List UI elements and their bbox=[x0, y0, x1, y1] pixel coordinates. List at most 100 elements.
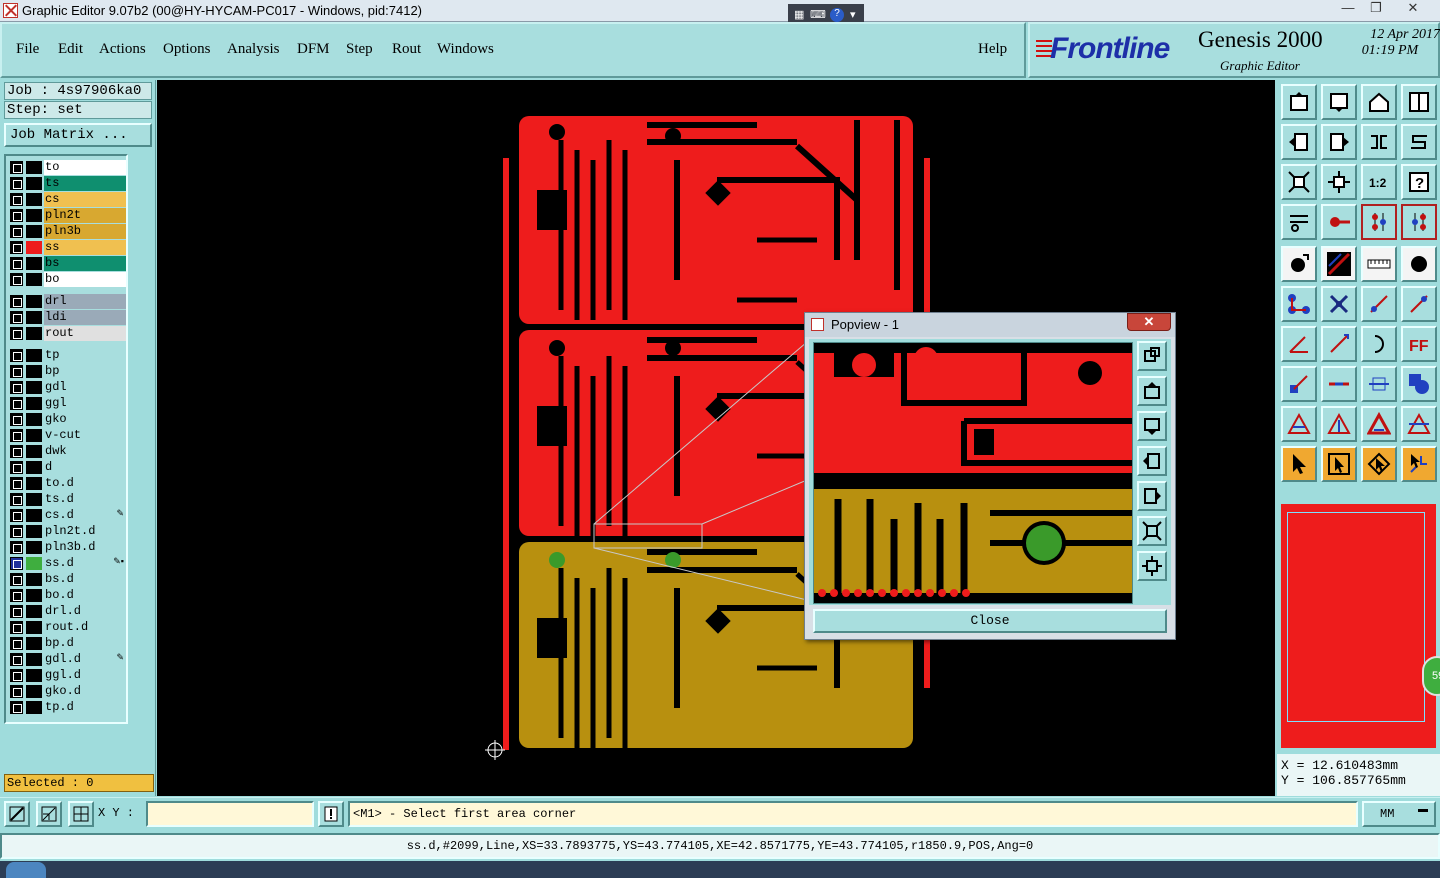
layer-row[interactable]: ts bbox=[8, 176, 126, 191]
layer-color-swatch[interactable] bbox=[26, 225, 42, 238]
area-up-tool[interactable] bbox=[1321, 406, 1357, 442]
layer-row[interactable]: v-cut bbox=[8, 428, 126, 443]
menu-analysis[interactable]: Analysis bbox=[227, 41, 280, 58]
layer-name[interactable]: drl.d bbox=[44, 604, 126, 619]
layer-row[interactable]: tp.d bbox=[8, 700, 126, 715]
line-dot-alt-tool[interactable] bbox=[1401, 286, 1437, 322]
layer-name[interactable]: to bbox=[44, 160, 126, 175]
layer-row[interactable]: pln3b.d bbox=[8, 540, 126, 555]
layer-name[interactable]: drl bbox=[44, 294, 126, 309]
layer-color-swatch[interactable] bbox=[26, 311, 42, 324]
open-job-tool[interactable] bbox=[1281, 84, 1317, 120]
popview-pan-up-button[interactable] bbox=[1137, 376, 1167, 406]
layer-checkbox[interactable] bbox=[10, 509, 23, 522]
popview-pan-left-button[interactable] bbox=[1137, 446, 1167, 476]
layer-row[interactable]: bo.d bbox=[8, 588, 126, 603]
units-select[interactable]: MM bbox=[1362, 801, 1436, 827]
layer-checkbox[interactable] bbox=[10, 327, 23, 340]
polygon-select-tool[interactable] bbox=[1361, 446, 1397, 482]
layer-name[interactable]: bp.d bbox=[44, 636, 126, 651]
zoom-badge[interactable]: 59 bbox=[1422, 656, 1440, 696]
layer-row[interactable]: bp bbox=[8, 364, 126, 379]
menu-rout[interactable]: Rout bbox=[392, 41, 421, 58]
layer-name[interactable]: ggl bbox=[44, 396, 126, 411]
layer-color-swatch[interactable] bbox=[26, 273, 42, 286]
layer-name[interactable]: gdl bbox=[44, 380, 126, 395]
layer-checkbox[interactable] bbox=[10, 637, 23, 650]
layer-checkbox[interactable] bbox=[10, 477, 23, 490]
layer-color-swatch[interactable] bbox=[26, 589, 42, 602]
layer-name[interactable]: bp bbox=[44, 364, 126, 379]
layer-name[interactable]: rout.d bbox=[44, 620, 126, 635]
layer-checkbox[interactable] bbox=[10, 349, 23, 362]
layer-name[interactable]: cs bbox=[44, 192, 126, 207]
layer-checkbox[interactable] bbox=[10, 257, 23, 270]
xy-input[interactable] bbox=[146, 801, 314, 827]
layer-checkbox[interactable] bbox=[10, 225, 23, 238]
layer-name[interactable]: bs.d bbox=[44, 572, 126, 587]
restore-button[interactable]: ❐ bbox=[1362, 0, 1390, 18]
arc-tool[interactable] bbox=[1361, 326, 1397, 362]
layer-checkbox[interactable] bbox=[10, 669, 23, 682]
layer-color-swatch[interactable] bbox=[26, 381, 42, 394]
layer-row[interactable]: ldi bbox=[8, 310, 126, 325]
layer-color-swatch[interactable] bbox=[26, 685, 42, 698]
layer-checkbox[interactable] bbox=[10, 295, 23, 308]
layer-row[interactable]: d bbox=[8, 460, 126, 475]
layer-color-swatch[interactable] bbox=[26, 477, 42, 490]
select-pad-tool[interactable] bbox=[1281, 246, 1317, 282]
layer-color-swatch[interactable] bbox=[26, 161, 42, 174]
layer-name[interactable]: bs bbox=[44, 256, 126, 271]
layer-row[interactable]: to bbox=[8, 160, 126, 175]
layer-checkbox[interactable] bbox=[10, 589, 23, 602]
layer-checkbox[interactable] bbox=[10, 445, 23, 458]
layer-checkbox[interactable] bbox=[10, 381, 23, 394]
menu-file[interactable]: File bbox=[16, 41, 39, 58]
layer-name[interactable]: bo bbox=[44, 272, 126, 287]
text-tool[interactable]: FF bbox=[1401, 326, 1437, 362]
layer-checkbox[interactable] bbox=[10, 525, 23, 538]
layer-checkbox[interactable] bbox=[10, 273, 23, 286]
minimize-button[interactable]: — bbox=[1334, 0, 1362, 18]
layer-color-swatch[interactable] bbox=[26, 669, 42, 682]
layer-color-swatch[interactable] bbox=[26, 573, 42, 586]
horizontal-line-tool[interactable] bbox=[1321, 366, 1357, 402]
layer-row[interactable]: pln2t.d bbox=[8, 524, 126, 539]
pad-line-tool[interactable] bbox=[1321, 204, 1357, 240]
menu-options[interactable]: Options bbox=[163, 41, 211, 58]
menu-actions[interactable]: Actions bbox=[99, 41, 146, 58]
layer-row[interactable]: ss.d ✎▪ bbox=[8, 556, 126, 571]
snap-tool-button[interactable] bbox=[4, 801, 30, 827]
layer-color-swatch[interactable] bbox=[26, 209, 42, 222]
layer-color-swatch[interactable] bbox=[26, 493, 42, 506]
layer-checkbox[interactable] bbox=[10, 177, 23, 190]
layer-row[interactable]: cs bbox=[8, 192, 126, 207]
stretch-tool[interactable] bbox=[1361, 366, 1397, 402]
popview-zoom-out-button[interactable] bbox=[1137, 551, 1167, 581]
layer-checkbox[interactable] bbox=[10, 573, 23, 586]
zoom-center-tool[interactable] bbox=[1321, 164, 1357, 200]
layer-list[interactable]: to ts cs pln2t pln3b ss bs bo drl ldi rout tp bp gdl g… bbox=[4, 154, 128, 724]
layer-color-swatch[interactable] bbox=[26, 177, 42, 190]
measure-snap-button[interactable] bbox=[36, 801, 62, 827]
layer-select-alt-tool[interactable] bbox=[1401, 204, 1437, 240]
layer-row[interactable]: bo bbox=[8, 272, 126, 287]
layer-row[interactable]: gdl.d ✎ bbox=[8, 652, 126, 667]
minimap-view-frame[interactable] bbox=[1287, 512, 1425, 722]
layer-name[interactable]: gko.d bbox=[44, 684, 126, 699]
area-fill-tool[interactable] bbox=[1361, 406, 1397, 442]
layer-checkbox[interactable] bbox=[10, 413, 23, 426]
layer-row[interactable]: bp.d bbox=[8, 636, 126, 651]
layer-name[interactable]: gdl.d bbox=[44, 652, 126, 667]
layer-color-swatch[interactable] bbox=[26, 241, 42, 254]
layer-checkbox[interactable] bbox=[10, 161, 23, 174]
layer-row[interactable]: drl.d bbox=[8, 604, 126, 619]
move-pad-tool[interactable] bbox=[1281, 366, 1317, 402]
layer-color-swatch[interactable] bbox=[26, 349, 42, 362]
line-dot-tool[interactable] bbox=[1361, 286, 1397, 322]
layer-name[interactable]: ts bbox=[44, 176, 126, 191]
layer-row[interactable]: tp bbox=[8, 348, 126, 363]
zoom-fit-tool[interactable] bbox=[1281, 164, 1317, 200]
layer-row[interactable]: gko bbox=[8, 412, 126, 427]
menu-step[interactable]: Step bbox=[346, 41, 373, 58]
